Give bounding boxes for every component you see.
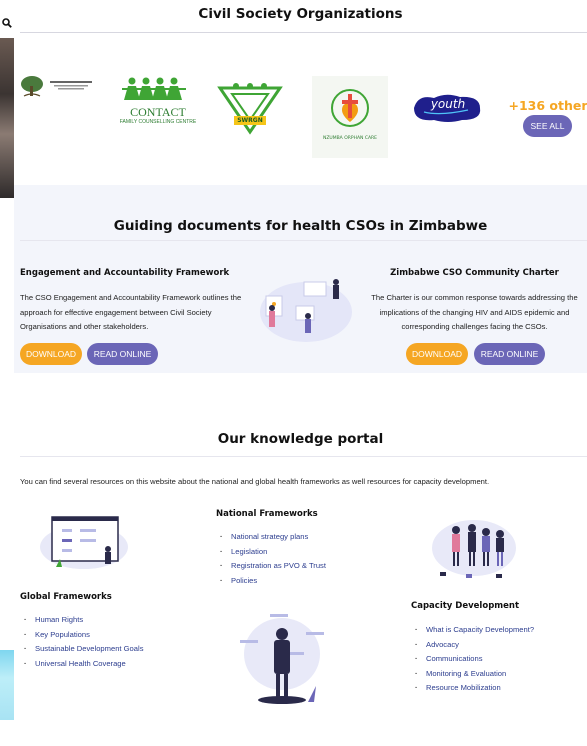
charter-read-online-button[interactable]: READ ONLINE	[474, 343, 545, 365]
team-illustration	[432, 520, 516, 578]
list-item[interactable]: Legislation	[216, 545, 326, 560]
list-item[interactable]: Key Populations	[20, 628, 144, 643]
global-frameworks-heading: Global Frameworks	[20, 592, 112, 602]
left-edge-strip	[0, 0, 14, 746]
list-item[interactable]: Communications	[411, 652, 534, 667]
see-all-button[interactable]: SEE ALL	[523, 115, 572, 137]
engagement-framework-description: The CSO Engagement and Accountability Fr…	[20, 293, 242, 331]
engagement-read-online-button[interactable]: READ ONLINE	[87, 343, 158, 365]
capacity-development-list: What is Capacity Development? Advocacy C…	[411, 623, 534, 696]
national-frameworks-heading: National Frameworks	[216, 509, 318, 519]
people-chain-icon	[122, 77, 186, 100]
list-item[interactable]: Universal Health Coverage	[20, 657, 144, 672]
youth-logo-text: youth	[430, 97, 466, 111]
national-frameworks-list: National strategy plans Legislation Regi…	[216, 530, 326, 588]
guiding-section-title: Guiding documents for health CSOs in Zim…	[113, 218, 488, 234]
swrgn-logo-text: SWRGN	[237, 117, 263, 124]
cso-section-title: Civil Society Organizations	[198, 6, 403, 22]
community-charter-description: The Charter is our common response towar…	[371, 293, 578, 331]
dashboard-illustration	[40, 516, 128, 569]
engagement-download-button[interactable]: DOWNLOAD	[20, 343, 82, 365]
collaboration-illustration	[260, 279, 352, 342]
community-charter-heading: Zimbabwe CSO Community Charter	[390, 268, 559, 278]
cropped-photo	[0, 38, 14, 198]
contact-logo-text: CONTACT	[130, 105, 186, 119]
list-item[interactable]: National strategy plans	[216, 530, 326, 545]
swrgn-emblem	[217, 83, 283, 135]
contact-logo-subtext: FAMILY COUNSELLING CENTRE	[119, 119, 197, 125]
nzumba-logo-text: NZUMBA ORPHAN CARE	[322, 136, 378, 141]
list-item[interactable]: Policies	[216, 574, 326, 589]
global-frameworks-list: Human Rights Key Populations Sustainable…	[20, 613, 144, 671]
cropped-panel	[0, 650, 14, 720]
thinking-person-illustration	[240, 614, 324, 704]
divider	[20, 456, 587, 457]
cso-logo-grace[interactable]	[18, 72, 98, 102]
list-item[interactable]: Sustainable Development Goals	[20, 642, 144, 657]
charter-download-button[interactable]: DOWNLOAD	[406, 343, 468, 365]
list-item[interactable]: Monitoring & Evaluation	[411, 667, 534, 682]
list-item[interactable]: Registration as PVO & Trust	[216, 559, 326, 574]
engagement-framework-heading: Engagement and Accountability Framework	[20, 268, 230, 278]
cross-heart-icon	[331, 89, 369, 127]
search-icon[interactable]	[2, 18, 12, 28]
divider	[20, 32, 587, 33]
knowledge-portal-title: Our knowledge portal	[217, 431, 384, 447]
list-item[interactable]: What is Capacity Development?	[411, 623, 534, 638]
list-item[interactable]: Advocacy	[411, 638, 534, 653]
divider	[20, 240, 587, 241]
cso-logo-contact[interactable]: CONTACT FAMILY COUNSELLING CENTRE	[118, 76, 198, 134]
list-item[interactable]: Human Rights	[20, 613, 144, 628]
capacity-development-heading: Capacity Development	[411, 601, 520, 611]
tree-icon	[21, 76, 92, 97]
cso-logo-nzumba[interactable]: NZUMBA ORPHAN CARE	[312, 76, 388, 158]
cso-logo-youth[interactable]: youth	[410, 92, 484, 124]
list-item[interactable]: Resource Mobilization	[411, 681, 534, 696]
cso-logo-swrgn[interactable]: SWRGN	[214, 80, 286, 136]
knowledge-portal-intro: You can find several resources on this w…	[20, 477, 490, 486]
